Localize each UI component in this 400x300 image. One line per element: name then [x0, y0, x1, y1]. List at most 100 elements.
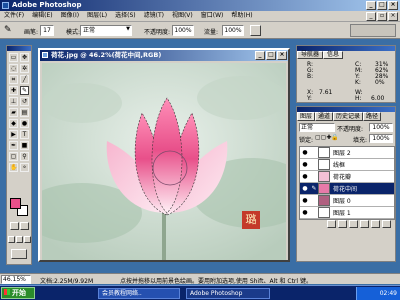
dodge-tool-icon[interactable]: ●: [20, 119, 29, 128]
close-button[interactable]: ×: [388, 1, 398, 10]
menu-file[interactable]: 文件(F): [0, 11, 28, 21]
palette-well[interactable]: [350, 24, 396, 37]
lasso-tool-icon[interactable]: ◌: [9, 64, 18, 73]
menu-window[interactable]: 窗口(W): [197, 11, 228, 21]
eye-icon[interactable]: ●: [300, 173, 310, 180]
screen-mode-button-1[interactable]: [8, 236, 15, 243]
brush-label: 画笔:: [24, 29, 39, 36]
brush-icon[interactable]: ✎: [4, 25, 14, 35]
tab-channels[interactable]: 通道: [315, 112, 334, 121]
marquee-tool-icon[interactable]: ▭: [9, 53, 18, 62]
notes-tool-icon[interactable]: ▢: [9, 152, 18, 161]
document-titlebar: 荷花.jpg @ 46.2%(荷花中间,RGB) _ □ ×: [40, 50, 288, 61]
layer-opacity-field[interactable]: 100%: [369, 123, 393, 132]
path-select-tool-icon[interactable]: ▶: [9, 130, 18, 139]
magic-wand-tool-icon[interactable]: ✲: [20, 64, 29, 73]
layer-row[interactable]: ● 图层 0: [300, 195, 394, 207]
doc-restore-button[interactable]: ▫: [377, 12, 387, 21]
eyedropper-tool-icon[interactable]: ⚲: [20, 152, 29, 161]
blur-tool-icon[interactable]: ◆: [9, 119, 18, 128]
flow-field[interactable]: 100%: [222, 25, 244, 36]
tab-paths[interactable]: 路径: [363, 112, 382, 121]
menu-layer[interactable]: 图层(L): [83, 11, 111, 21]
quick-mask-button[interactable]: [20, 222, 29, 230]
tab-navigator[interactable]: 导航器: [297, 51, 324, 59]
new-layer-button[interactable]: [371, 220, 380, 228]
minimize-button[interactable]: _: [366, 1, 376, 10]
layer-row[interactable]: ● 线框: [300, 159, 394, 171]
fill-value: 100%: [372, 135, 390, 142]
document-title: 荷花.jpg @ 46.2%(荷花中间,RGB): [51, 51, 162, 59]
system-tray: 02:49: [356, 287, 400, 300]
shape-tool-icon[interactable]: ■: [20, 141, 29, 150]
eye-icon[interactable]: ●: [300, 197, 310, 204]
eraser-tool-icon[interactable]: ▰: [9, 108, 18, 117]
menu-edit[interactable]: 编辑(E): [28, 11, 56, 21]
menu-view[interactable]: 视图(V): [168, 11, 197, 21]
brush-size-picker[interactable]: 17: [40, 25, 54, 36]
standard-mode-button[interactable]: [10, 222, 19, 230]
tab-history[interactable]: 历史记录: [333, 112, 364, 121]
opacity-field[interactable]: 100%: [172, 25, 194, 36]
status-bar: 46.15% 文档:2.25M/9.92M 点按并拖移以用前景色绘画。要用附加选…: [0, 273, 400, 285]
healing-brush-tool-icon[interactable]: ✚: [9, 86, 18, 95]
layer-row[interactable]: ● 荷花瓣: [300, 171, 394, 183]
menu-filter[interactable]: 滤镜(T): [140, 11, 168, 21]
taskbar-item-photoshop[interactable]: Adobe Photoshop: [186, 288, 270, 299]
eye-icon[interactable]: ●: [300, 149, 310, 156]
start-button[interactable]: 开始: [1, 287, 35, 299]
eye-icon[interactable]: ●: [300, 209, 310, 216]
tab-layers[interactable]: 图层: [297, 112, 316, 121]
menu-help[interactable]: 帮助(H): [227, 11, 256, 21]
slice-tool-icon[interactable]: ╱: [20, 75, 29, 84]
layer-row[interactable]: ● 图层 2: [300, 147, 394, 159]
doc-size[interactable]: 文档:2.25M/9.92M: [40, 276, 93, 285]
zoom-field[interactable]: 46.15%: [1, 275, 31, 284]
taskbar-item-tutorial[interactable]: 会员教程网络..: [98, 288, 180, 299]
delete-layer-button[interactable]: [382, 220, 391, 228]
airbrush-button[interactable]: [250, 25, 261, 36]
eye-icon[interactable]: ●: [300, 161, 310, 168]
brush-icon: ✎: [311, 185, 317, 192]
mode-select[interactable]: 正常 ▼: [80, 25, 132, 36]
fill-field[interactable]: 100%: [369, 134, 393, 143]
document-close-button[interactable]: ×: [277, 51, 287, 60]
doc-minimize-button[interactable]: _: [366, 12, 376, 21]
screen-mode-button-3[interactable]: [24, 236, 31, 243]
layer-row[interactable]: ● 图层 1: [300, 207, 394, 219]
hand-tool-icon[interactable]: ✋: [9, 163, 18, 172]
menu-select[interactable]: 选择(S): [111, 11, 140, 21]
jump-to-imageready-button[interactable]: [11, 249, 27, 259]
crop-tool-icon[interactable]: ⌗: [9, 75, 18, 84]
layer-thumbnail: [318, 159, 330, 170]
pen-tool-icon[interactable]: ✒: [9, 141, 18, 150]
menu-image[interactable]: 图像(I): [57, 11, 83, 21]
brush-tool-icon[interactable]: ✎: [20, 86, 29, 95]
new-set-button[interactable]: [349, 220, 358, 228]
move-tool-icon[interactable]: ✥: [20, 53, 29, 62]
layer-row[interactable]: ● ✎ 荷花中间: [300, 183, 394, 195]
document-canvas[interactable]: 璐: [42, 63, 286, 260]
lock-icon[interactable]: ▢▢✚🔒: [315, 134, 339, 141]
screen-mode-button-2[interactable]: [16, 236, 23, 243]
doc-close-button[interactable]: ×: [388, 12, 398, 21]
blend-mode-select[interactable]: 正常: [299, 123, 335, 132]
layer-mask-button[interactable]: [338, 220, 347, 228]
eye-icon[interactable]: ●: [300, 185, 310, 192]
type-tool-icon[interactable]: T: [20, 130, 29, 139]
document-minimize-button[interactable]: _: [255, 51, 265, 60]
zoom-tool-icon[interactable]: ⚬: [20, 163, 29, 172]
stamp-tool-icon[interactable]: ⊥: [9, 97, 18, 106]
gradient-tool-icon[interactable]: ▤: [20, 108, 29, 117]
tab-info[interactable]: 信息: [323, 51, 344, 59]
maximize-button[interactable]: □: [377, 1, 387, 10]
chevron-down-icon: ▼: [126, 26, 130, 32]
adjustment-layer-button[interactable]: [360, 220, 369, 228]
layer-style-button[interactable]: [327, 220, 336, 228]
foreground-color-swatch[interactable]: [10, 198, 21, 209]
layer-name: 荷花中间: [333, 186, 358, 193]
layer-name: 图层 0: [333, 198, 351, 205]
document-maximize-button[interactable]: □: [266, 51, 276, 60]
layers-list: ● 图层 2 ● 线框 ● 荷花瓣 ● ✎ 荷花中间 ● 图层 0 ● 图层 1: [299, 146, 395, 220]
history-brush-tool-icon[interactable]: ↺: [20, 97, 29, 106]
